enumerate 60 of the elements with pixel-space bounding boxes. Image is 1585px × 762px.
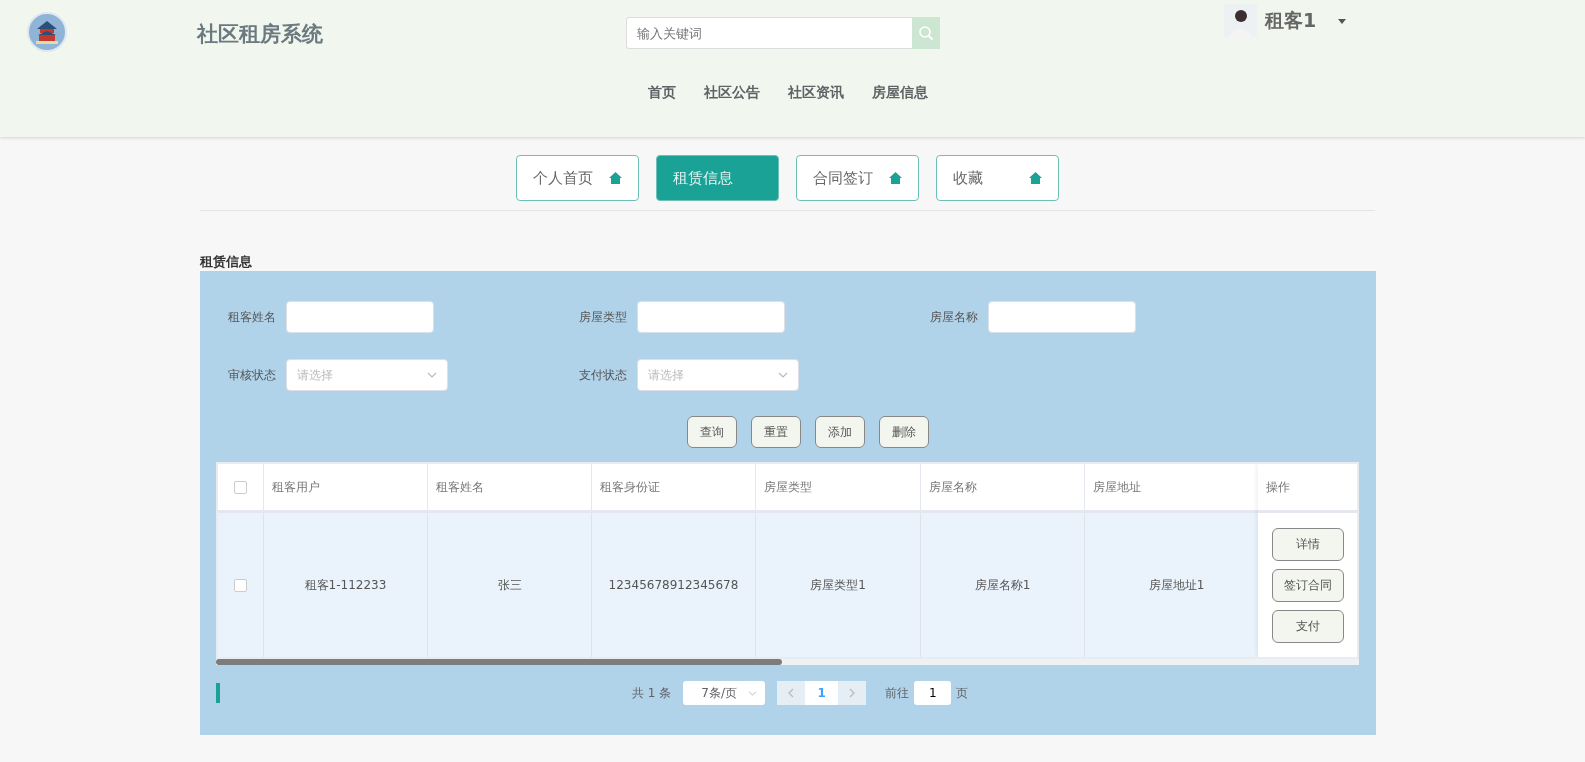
- table-cell: 张三: [428, 513, 592, 657]
- house-icon: [889, 172, 902, 185]
- chevron-icon: [778, 372, 788, 378]
- chevron-icon: [748, 691, 758, 696]
- row-action-button[interactable]: 支付: [1271, 609, 1344, 643]
- column-header: 租客用户: [264, 464, 428, 513]
- nav-link[interactable]: 房屋信息: [864, 80, 936, 105]
- chevron-left-icon: [788, 688, 795, 698]
- filter-label: 房屋类型: [578, 308, 628, 326]
- tab[interactable]: 个人首页: [516, 155, 639, 201]
- filter-label: 支付状态: [578, 366, 628, 384]
- table-cell: 房屋类型1: [756, 513, 921, 657]
- search-icon: [918, 25, 934, 41]
- page-size-select[interactable]: 7条/页: [683, 681, 766, 705]
- input-field[interactable]: [637, 300, 785, 333]
- page-input[interactable]: 1: [914, 681, 952, 705]
- house-icon: [1029, 172, 1042, 185]
- nav-link[interactable]: 首页: [640, 80, 684, 105]
- action-button[interactable]: 查询: [687, 416, 737, 448]
- scrollbar-thumb[interactable]: [216, 659, 782, 665]
- nav-link[interactable]: 社区公告: [696, 80, 768, 105]
- action-button[interactable]: 添加: [815, 416, 865, 448]
- goto-label: 前往: [885, 685, 910, 702]
- tab[interactable]: 合同签订: [796, 155, 919, 201]
- column-header: 房屋类型: [756, 464, 921, 513]
- table-cell: 租客1-112233: [264, 513, 428, 657]
- avatar[interactable]: [1224, 4, 1257, 37]
- site-title: 社区租房系统: [197, 21, 323, 48]
- total-count: 共 1 条: [632, 685, 672, 702]
- house-icon: [609, 172, 622, 185]
- input-field[interactable]: [988, 300, 1136, 333]
- row-action-button[interactable]: 签订合同: [1271, 568, 1344, 602]
- page-suffix: 页: [956, 685, 969, 702]
- nav-link[interactable]: 社区资讯: [780, 80, 852, 105]
- search-field[interactable]: 输入关键词: [626, 17, 912, 49]
- checkbox[interactable]: [234, 480, 247, 494]
- logo-icon: [27, 12, 67, 52]
- section-title: 租赁信息: [200, 253, 253, 271]
- column-header: 房屋名称: [921, 464, 1085, 513]
- checkbox[interactable]: [234, 578, 247, 592]
- column-header: 租客姓名: [428, 464, 592, 513]
- row-action-button[interactable]: 详情: [1271, 527, 1344, 561]
- column-header: 租客身份证: [592, 464, 756, 513]
- search-button[interactable]: [912, 17, 940, 49]
- tab[interactable]: 收藏: [936, 155, 1059, 201]
- chevron-icon: [427, 372, 437, 378]
- user-name[interactable]: 租客1: [1265, 6, 1317, 35]
- next-page-button[interactable]: [838, 681, 867, 705]
- caret-icon[interactable]: [1338, 18, 1347, 24]
- previous-page-button[interactable]: [777, 681, 806, 705]
- action-button[interactable]: 重置: [751, 416, 801, 448]
- filter-label: 房屋名称: [929, 308, 979, 326]
- table-cell: 房屋名称1: [921, 513, 1085, 657]
- input-field[interactable]: [286, 300, 434, 333]
- chevron-right-icon: [849, 688, 856, 698]
- table-cell: 12345678912345678: [592, 513, 756, 657]
- action-button[interactable]: 删除: [879, 416, 929, 448]
- accent-bar: [216, 683, 220, 703]
- filter-label: 租客姓名: [227, 308, 277, 326]
- filter-label: 审核状态: [227, 366, 277, 384]
